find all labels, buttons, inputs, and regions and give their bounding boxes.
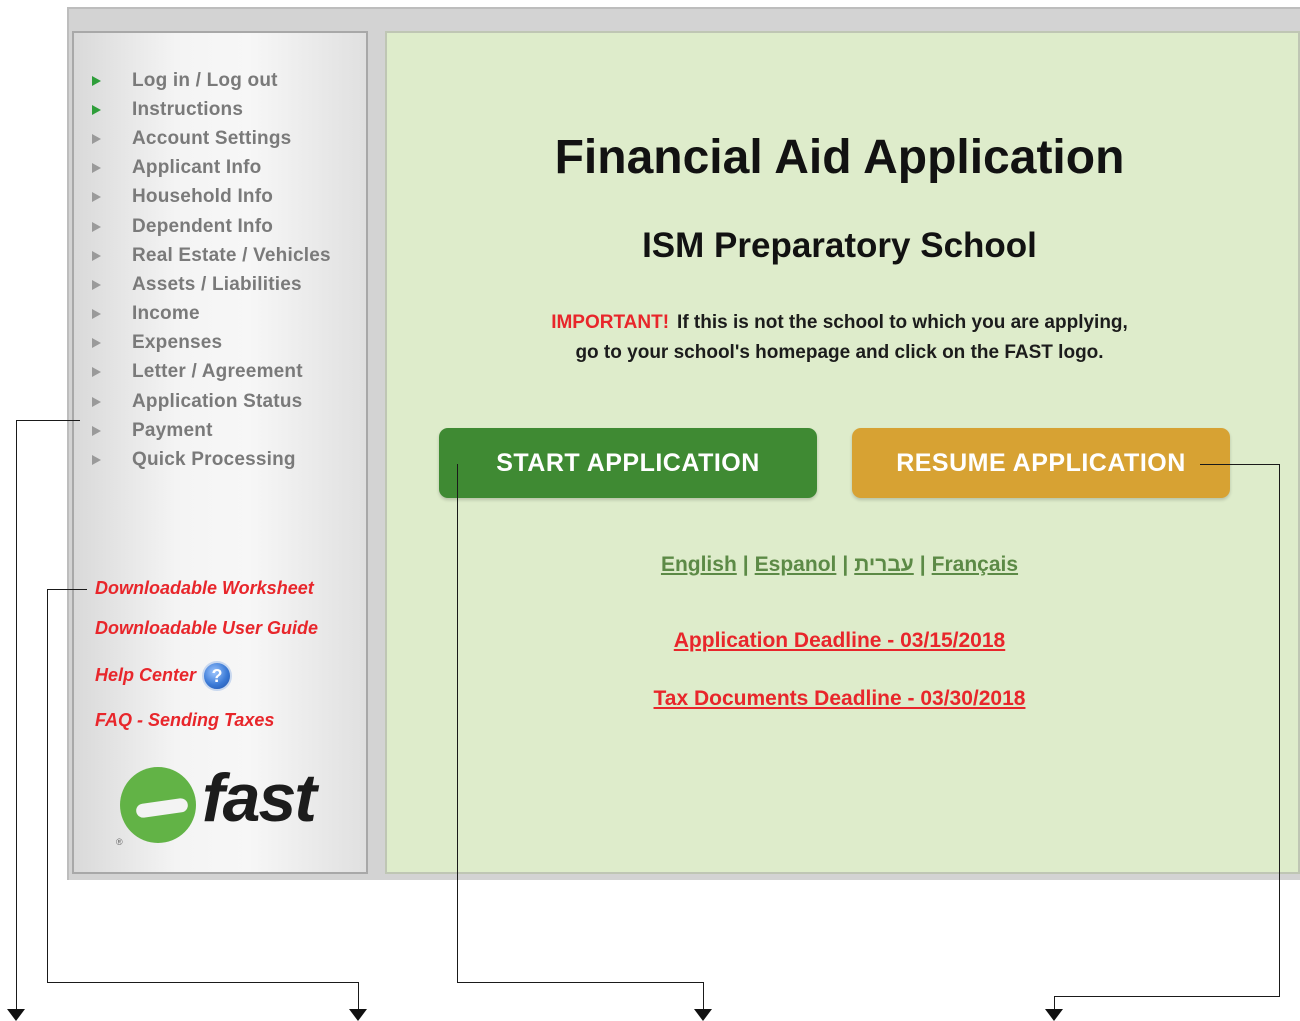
sidebar-item-label: Income (132, 303, 200, 325)
language-francais-link[interactable]: Français (932, 553, 1018, 576)
sidebar-item-label: Expenses (132, 332, 223, 354)
downloadable-user-guide-link[interactable]: Downloadable User Guide (95, 618, 318, 639)
play-arrow-icon (92, 279, 101, 290)
sidebar-item-real-estate[interactable]: Real Estate / Vehicles (90, 241, 331, 270)
play-arrow-icon (92, 104, 101, 115)
sidebar-item-label: Log in / Log out (132, 69, 278, 91)
fast-logo-mark-icon (120, 767, 196, 843)
page-title: Financial Aid Application (554, 131, 1125, 184)
sidebar-item-dependent-info[interactable]: Dependent Info (90, 212, 331, 241)
language-separator: | (842, 553, 849, 576)
resume-application-button[interactable]: RESUME APPLICATION (852, 428, 1230, 498)
important-label: IMPORTANT! (551, 312, 670, 333)
play-arrow-icon (92, 338, 101, 349)
sidebar-item-letter[interactable]: Letter / Agreement (90, 358, 331, 387)
notice-line-1: If this is not the school to which you a… (677, 312, 1128, 333)
sidebar-item-label: Instructions (132, 98, 244, 120)
language-espanol-link[interactable]: Espanol (755, 553, 837, 576)
sidebar-item-label: Assets / Liabilities (132, 273, 302, 295)
play-arrow-icon (92, 250, 101, 261)
play-arrow-icon (92, 367, 101, 378)
start-application-button[interactable]: START APPLICATION (439, 428, 817, 498)
sidebar-item-label: Letter / Agreement (132, 361, 303, 383)
tax-documents-deadline-link[interactable]: Tax Documents Deadline - 03/30/2018 (387, 687, 1292, 711)
play-arrow-icon (92, 309, 101, 320)
sidebar-item-label: Payment (132, 419, 213, 441)
sidebar-item-application-status[interactable]: Application Status (90, 387, 331, 416)
language-selector: English | Espanol | עברית | Français (387, 553, 1292, 577)
play-arrow-icon (92, 75, 101, 86)
help-center-link[interactable]: Help Center? (95, 661, 233, 691)
play-arrow-icon (92, 221, 101, 232)
language-hebrew-link[interactable]: עברית (854, 553, 914, 576)
sidebar-item-label: Account Settings (132, 127, 292, 149)
sidebar-item-label: Real Estate / Vehicles (132, 244, 331, 266)
sidebar-item-label: Quick Processing (132, 449, 296, 471)
notice-line-2: go to your school's homepage and click o… (575, 342, 1104, 363)
sidebar-item-label: Applicant Info (132, 157, 262, 179)
callout-line (47, 589, 48, 982)
sidebar-item-instructions[interactable]: Instructions (90, 95, 331, 124)
arrow-down-icon (694, 1009, 712, 1021)
callout-line (1200, 464, 1280, 465)
play-arrow-icon (92, 133, 101, 144)
sidebar-item-login[interactable]: Log in / Log out (90, 66, 331, 95)
fast-logo-word: fast (202, 760, 317, 836)
registered-mark: ® (116, 837, 123, 847)
sidebar-item-applicant-info[interactable]: Applicant Info (90, 154, 331, 183)
callout-line (47, 589, 87, 590)
faq-sending-taxes-link[interactable]: FAQ - Sending Taxes (95, 710, 274, 731)
school-name: ISM Preparatory School (642, 226, 1037, 265)
sidebar-item-assets[interactable]: Assets / Liabilities (90, 270, 331, 299)
play-arrow-icon (92, 396, 101, 407)
downloadable-worksheet-link[interactable]: Downloadable Worksheet (95, 578, 314, 599)
sidebar-item-expenses[interactable]: Expenses (90, 329, 331, 358)
sidebar-item-payment[interactable]: Payment (90, 416, 331, 445)
sidebar-item-label: Application Status (132, 390, 303, 412)
application-deadline-link[interactable]: Application Deadline - 03/15/2018 (387, 629, 1292, 653)
callout-line (457, 464, 458, 982)
callout-line (16, 420, 17, 1012)
language-english-link[interactable]: English (661, 553, 737, 576)
play-arrow-icon (92, 425, 101, 436)
sidebar-item-income[interactable]: Income (90, 300, 331, 329)
main-panel: Financial Aid Application ISM Preparator… (385, 31, 1300, 874)
callout-line (457, 982, 704, 983)
sidebar-item-label: Household Info (132, 186, 274, 208)
callout-line (358, 982, 359, 1012)
play-arrow-icon (92, 163, 101, 174)
important-notice: IMPORTANT! If this is not the school to w… (387, 308, 1292, 368)
play-arrow-icon (92, 455, 101, 466)
sidebar-nav: Log in / Log out Instructions Account Se… (90, 66, 331, 475)
language-separator: | (742, 553, 749, 576)
callout-line (703, 982, 704, 1012)
arrow-down-icon (1045, 1009, 1063, 1021)
help-center-label: Help Center (95, 664, 197, 685)
sidebar-item-household-info[interactable]: Household Info (90, 183, 331, 212)
callout-line (1279, 464, 1280, 997)
arrow-down-icon (349, 1009, 367, 1021)
fast-logo[interactable]: fast ® (116, 760, 336, 848)
callout-line (16, 420, 80, 421)
sidebar-item-account-settings[interactable]: Account Settings (90, 124, 331, 153)
sidebar-item-quick-processing[interactable]: Quick Processing (90, 445, 331, 474)
language-separator: | (919, 553, 926, 576)
callout-line (47, 982, 359, 983)
play-arrow-icon (92, 192, 101, 203)
sidebar-item-label: Dependent Info (132, 215, 274, 237)
sidebar: Log in / Log out Instructions Account Se… (72, 31, 368, 874)
callout-line (1054, 996, 1280, 997)
help-question-icon[interactable]: ? (202, 661, 233, 691)
arrow-down-icon (7, 1009, 25, 1021)
